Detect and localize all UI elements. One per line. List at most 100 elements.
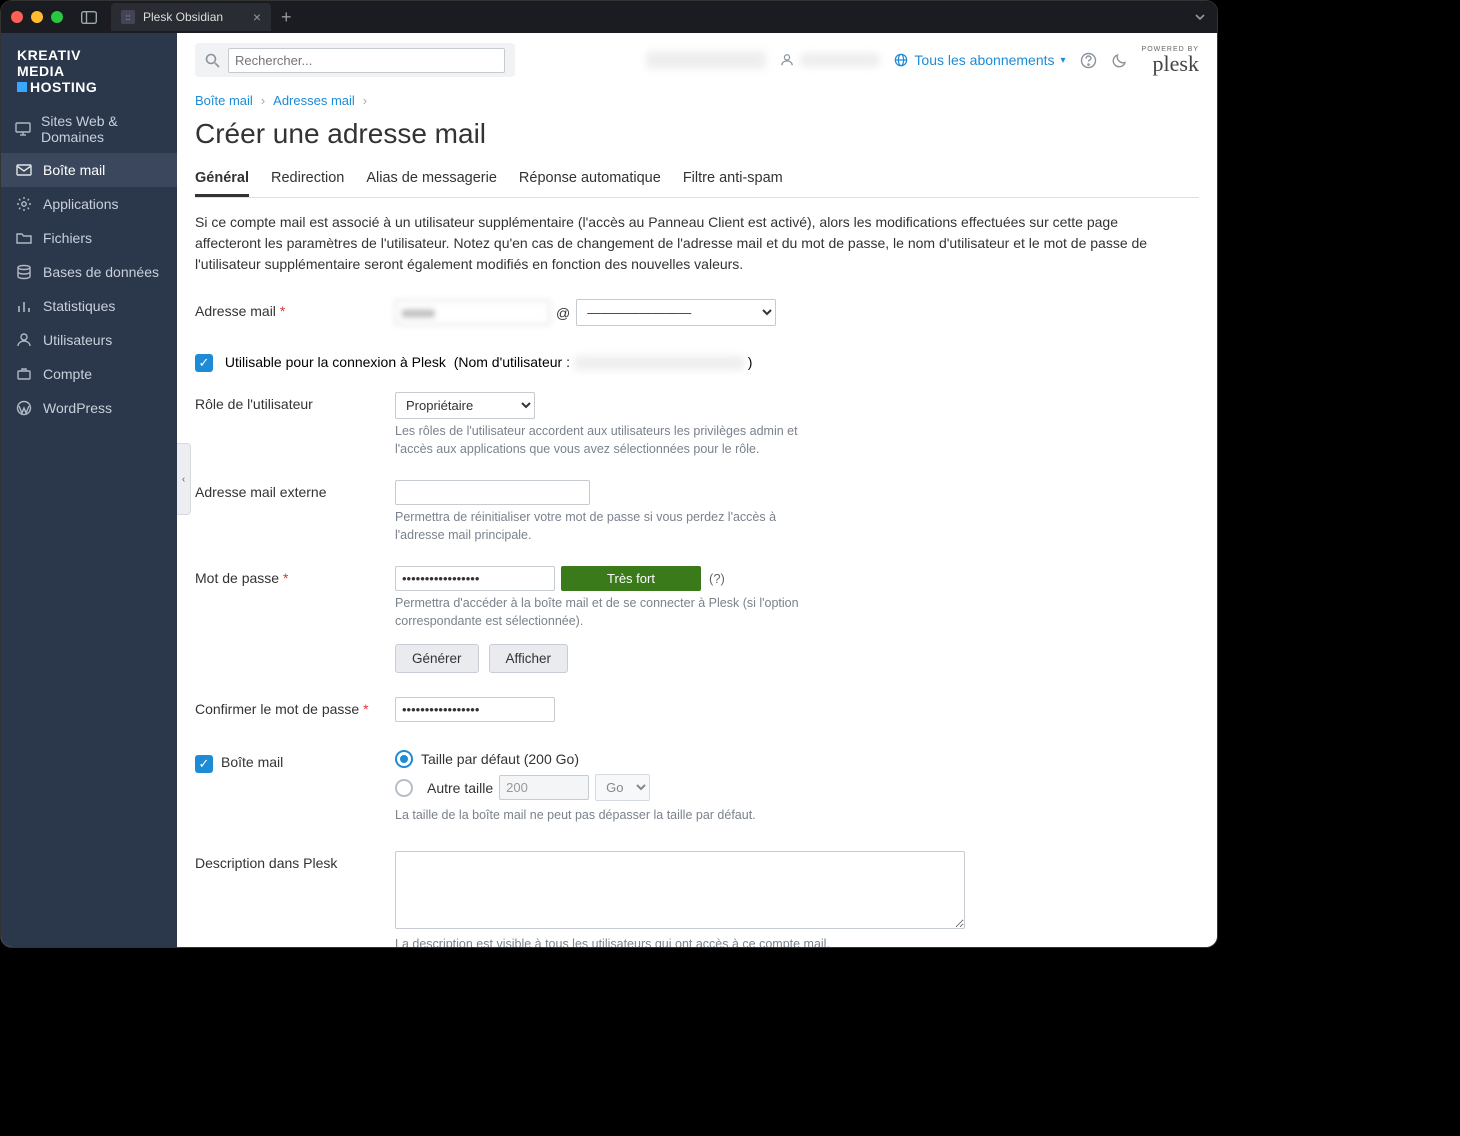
new-tab-button[interactable]: + <box>281 7 292 28</box>
mailbox-label: ✓Boîte mail <box>195 750 395 825</box>
tab-autoreply[interactable]: Réponse automatique <box>519 162 661 197</box>
sidebar-item-label: Boîte mail <box>43 162 105 178</box>
subscriptions-label: Tous les abonnements <box>914 52 1054 68</box>
tab-title: Plesk Obsidian <box>143 10 223 24</box>
bar-chart-icon <box>15 297 33 315</box>
search-icon <box>205 53 220 68</box>
size-unit-select: Go <box>595 774 650 801</box>
chevron-right-icon: › <box>261 93 265 108</box>
confirm-password-label: Confirmer le mot de passe * <box>195 697 395 722</box>
confirm-password-input[interactable] <box>395 697 555 722</box>
show-password-button[interactable]: Afficher <box>489 644 569 673</box>
sidebar-item-wordpress[interactable]: WordPress <box>1 391 177 425</box>
window-minimize-dot[interactable] <box>31 11 43 23</box>
sidebar-item-label: Utilisateurs <box>43 332 112 348</box>
dark-mode-icon[interactable] <box>1111 52 1128 69</box>
topbar-domain-redacted <box>646 51 766 69</box>
size-other-label: Autre taille <box>427 780 493 796</box>
search-box[interactable] <box>195 43 515 77</box>
sidebar-item-files[interactable]: Fichiers <box>1 221 177 255</box>
breadcrumb: Boîte mail › Adresses mail › <box>195 87 1199 114</box>
role-label: Rôle de l'utilisateur <box>195 392 395 458</box>
tab-antispam[interactable]: Filtre anti-spam <box>683 162 783 197</box>
password-help-icon[interactable]: (?) <box>709 571 725 586</box>
database-icon <box>15 263 33 281</box>
brand-square-icon <box>17 82 27 92</box>
at-symbol: @ <box>556 305 570 321</box>
sidebar-item-label: Fichiers <box>43 230 92 246</box>
tab-close-icon[interactable]: × <box>253 9 261 25</box>
sidebar-item-users[interactable]: Utilisateurs <box>1 323 177 357</box>
breadcrumb-mail[interactable]: Boîte mail <box>195 93 253 108</box>
mail-icon <box>15 161 33 179</box>
user-icon <box>780 53 794 67</box>
size-other-radio[interactable] <box>395 779 413 797</box>
description-hint: La description est visible à tous les ut… <box>395 936 985 948</box>
email-domain-select[interactable]: ———————— <box>576 299 776 326</box>
sidebar-item-databases[interactable]: Bases de données <box>1 255 177 289</box>
tab-redirection[interactable]: Redirection <box>271 162 344 197</box>
sidebar-item-label: WordPress <box>43 400 112 416</box>
size-default-radio[interactable] <box>395 750 413 768</box>
sidebar-item-websites[interactable]: Sites Web & Domaines <box>1 105 177 153</box>
sidebar-item-label: Applications <box>43 196 119 212</box>
password-strength-badge: Très fort <box>561 566 701 591</box>
password-input[interactable] <box>395 566 555 591</box>
topbar-user[interactable] <box>780 53 880 67</box>
chevron-down-icon: ▾ <box>1061 55 1066 66</box>
globe-icon <box>894 53 908 67</box>
gear-icon <box>15 195 33 213</box>
sidebar-item-applications[interactable]: Applications <box>1 187 177 221</box>
tab-favicon-icon: :: <box>121 10 135 24</box>
password-label: Mot de passe * <box>195 566 395 673</box>
window-close-dot[interactable] <box>11 11 23 23</box>
chevron-right-icon: › <box>363 93 367 108</box>
search-input[interactable] <box>228 48 505 73</box>
briefcase-icon <box>15 365 33 383</box>
plesk-logo: POWERED BY plesk <box>1142 46 1199 75</box>
plesk-login-checkbox[interactable]: ✓ <box>195 354 213 372</box>
size-default-label: Taille par défaut (200 Go) <box>421 751 579 767</box>
window-zoom-dot[interactable] <box>51 11 63 23</box>
external-email-label: Adresse mail externe <box>195 480 395 544</box>
description-textarea[interactable] <box>395 851 965 929</box>
email-localpart-input[interactable] <box>395 300 550 325</box>
external-email-hint: Permettra de réinitialiser votre mot de … <box>395 509 825 544</box>
page-title: Créer une adresse mail <box>195 118 1199 150</box>
sidebar-toggle-icon[interactable] <box>77 5 101 29</box>
tab-row: Général Redirection Alias de messagerie … <box>195 162 1199 198</box>
generate-password-button[interactable]: Générer <box>395 644 479 673</box>
password-hint: Permettra d'accéder à la boîte mail et d… <box>395 595 855 630</box>
role-hint: Les rôles de l'utilisateur accordent aux… <box>395 423 835 458</box>
brand-logo: KREATIV MEDIA HOSTING <box>1 33 177 105</box>
browser-tab[interactable]: :: Plesk Obsidian × <box>111 3 271 31</box>
username-redacted <box>574 356 744 370</box>
external-email-input[interactable] <box>395 480 590 505</box>
size-other-input <box>499 775 589 800</box>
sidebar-item-statistics[interactable]: Statistiques <box>1 289 177 323</box>
browser-titlebar: :: Plesk Obsidian × + <box>1 1 1217 33</box>
sidebar-item-mail[interactable]: Boîte mail <box>1 153 177 187</box>
monitor-icon <box>15 120 31 138</box>
user-icon <box>15 331 33 349</box>
email-label: Adresse mail * <box>195 299 395 326</box>
size-hint: La taille de la boîte mail ne peut pas d… <box>395 807 985 825</box>
breadcrumb-addresses[interactable]: Adresses mail <box>273 93 355 108</box>
subscriptions-dropdown[interactable]: Tous les abonnements ▾ <box>894 52 1065 68</box>
tabs-dropdown-icon[interactable] <box>1193 10 1207 24</box>
sidebar-item-account[interactable]: Compte <box>1 357 177 391</box>
help-icon[interactable] <box>1080 52 1097 69</box>
plesk-login-label: Utilisable pour la connexion à Plesk <box>225 354 446 370</box>
sidebar: KREATIV MEDIA HOSTING Sites Web & Domain… <box>1 33 177 948</box>
folder-icon <box>15 229 33 247</box>
tab-general[interactable]: Général <box>195 162 249 197</box>
wordpress-icon <box>15 399 33 417</box>
description-label: Description dans Plesk <box>195 851 395 948</box>
mailbox-checkbox[interactable]: ✓ <box>195 755 213 773</box>
topbar: Tous les abonnements ▾ POWERED BY plesk <box>177 33 1217 87</box>
sidebar-item-label: Statistiques <box>43 298 115 314</box>
sidebar-item-label: Sites Web & Domaines <box>41 113 163 145</box>
role-select[interactable]: Propriétaire <box>395 392 535 419</box>
info-paragraph: Si ce compte mail est associé à un utili… <box>195 198 1175 293</box>
tab-alias[interactable]: Alias de messagerie <box>366 162 497 197</box>
